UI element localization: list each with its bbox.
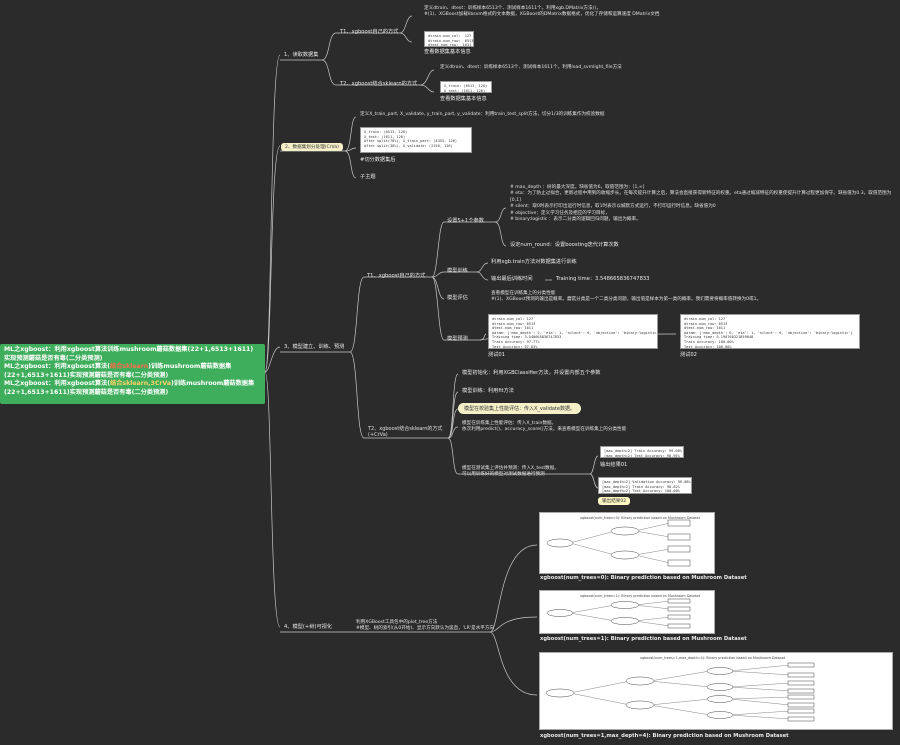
branch-read-dataset[interactable]: 1、读取数据集 <box>284 52 318 58</box>
code-xtrain-shape: X_train: (6513, 126) X_test: (1611, 126) <box>440 81 492 93</box>
note-param-descriptions: # max_depth ：树的最大深度。缺省值为6，取值范围为：[1,∞] # … <box>510 185 892 223</box>
branch-model-visualization[interactable]: 4、模型(+树)可视化 <box>284 624 332 630</box>
code-predict-test01: dtrain.num_col: 127 dtrain.num_row: 6513… <box>488 314 658 349</box>
node-num-round: 设定num_round：设置boosting迭代计算次数 <box>510 242 619 248</box>
root-title-2: ML之xgboost：利用xgboost算法( <box>4 363 111 371</box>
note-load-svmlight: 定义dtrain、dtest：训练样本6513个、测试样本1611个。利用loa… <box>440 65 622 70</box>
code-split-shapes: X_train: (6513, 126) X_test: (1611, 126)… <box>360 127 472 153</box>
node-train-eval: 模型在训练集上性能评估：传入X_train数据。 依次利用predict()、a… <box>462 421 627 433</box>
code-dtrain-info: dtrain.num_col: 127 dtrain.num_row: 6513… <box>424 31 474 47</box>
code-sklearn-result02: [max_depth=2] Validation Accuracy: 99.08… <box>598 477 692 494</box>
note-dmatrix: 定义dtrain、dtest：训练样本6513个、测试样本1611个。利用xgb… <box>424 6 660 18</box>
branch-t2-sklearn-read[interactable]: T2、xgboost结合sklearn的方式 <box>340 81 417 87</box>
value-training-time: Training time：3.548665836747833 <box>556 276 650 282</box>
caption-result01: 输出结果01 <box>600 462 628 468</box>
node-validate-eval: 模型在校验集上性能评估：传入X_validate数据。 <box>458 403 582 414</box>
branch-t1-xgboost-read[interactable]: T1、xgboost自己的方式 <box>340 29 398 35</box>
root-title-2-highlight: 结合sklearn <box>110 363 149 371</box>
tree-image-1: xgboost(num_trees=1): Binary prediction … <box>539 590 715 634</box>
root-title-3-highlight: 结合sklearn,3CrVa <box>110 380 172 388</box>
tree-image-0: xgboost(num_trees=0): Binary prediction … <box>539 512 715 574</box>
node-model-fit: 模型训练：利用fit方法 <box>462 388 514 394</box>
note-train-test-split: 定义X_train_part, X_validate, y_train_part… <box>360 112 605 117</box>
tree-image-2: xgboost(num_trees=1,max_depth=4): Binary… <box>539 652 893 730</box>
tree-image-0-edges <box>546 519 691 567</box>
node-test-predict: 模型在测试集上评估并预测：传入X_test数据。 可以用训练好的模型对测试数据进… <box>462 466 559 478</box>
caption-test01: 测试01 <box>488 352 505 358</box>
branch-t2-sklearn-model[interactable]: T2、xgboost结合sklearn的方式 (+CrVa) <box>368 426 448 439</box>
caption-dataset-info-2: 查看数据集基本信息 <box>440 96 487 102</box>
caption-dataset-info-1: 查看数据集基本信息 <box>424 49 471 55</box>
root-title-1: ML之xgboost：利用xgboost算法训练mushroom蘑菇数据集(22… <box>4 346 254 353</box>
branch-t1-xgboost-model[interactable]: T1、xgboost自己的方式 <box>367 273 425 279</box>
node-print-train-time: 输出最后训练时间 <box>491 276 533 282</box>
node-model-init: 模型初始化：利用XGBClassifier方法，并设置内部五个参数 <box>462 370 601 376</box>
node-set-params[interactable]: 设置5+1个参数 <box>447 218 484 224</box>
tree-image-1-edges <box>546 598 691 629</box>
root-title-3c: (22+1,6513+1611)实现预测蘑菇是否有毒(二分类预测) <box>4 388 169 396</box>
note-eval: 查看模型在训练集上的分类性能 #(1)、XGBoost预测的输出是概率。蘑菇分类… <box>491 291 762 303</box>
node-model-eval[interactable]: 模型评估 <box>447 295 468 301</box>
branch-dataset-split[interactable]: 2、数据集划分处理(CrVa) <box>281 143 343 151</box>
root-title-3: ML之xgboost：利用xgboost算法( <box>4 380 111 388</box>
code-predict-test02: dtrain.num_col: 127 dtrain.num_row: 6513… <box>680 314 860 349</box>
branch-model-train-predict[interactable]: 3、模型建立、训练、预测 <box>284 344 344 350</box>
tree-caption-0: xgboost(num_trees=0): Binary prediction … <box>540 575 747 581</box>
caption-after-split: #切分数据集后 <box>360 157 396 163</box>
note-plot-tree: 利用XGBoost工具包中的plot_tree方法 #模型、树的索引(从0开始)… <box>356 620 495 632</box>
root-topic[interactable]: ML之xgboost：利用xgboost算法训练mushroom蘑菇数据集(22… <box>0 344 265 404</box>
tree-caption-1: xgboost(num_trees=1): Binary prediction … <box>540 636 747 642</box>
caption-test02: 测试02 <box>680 352 697 358</box>
node-xgb-train: 利用xgb.train方法对数据集进行训练 <box>491 259 577 265</box>
code-sklearn-result01: [max_depth=2] Train Accuracy: 99.08% [ma… <box>600 446 684 458</box>
caption-result02: 输出结果02 <box>598 497 631 505</box>
node-model-train[interactable]: 模型训练 <box>447 268 468 274</box>
root-title-1b: 实现预测蘑菇是否有毒(二分类预测) <box>4 354 103 362</box>
subtopic-placeholder[interactable]: 子主题 <box>360 174 376 180</box>
tree-image-2-edges <box>545 662 815 722</box>
tree-caption-2: xgboost(num_trees=1,max_depth=4): Binary… <box>540 733 789 739</box>
node-model-predict[interactable]: 模型预测 <box>447 336 468 342</box>
root-title-2b: )训练mushroom蘑菇数据集 <box>148 363 232 371</box>
root-title-3b: )训练mushroom蘑菇数据集 <box>171 380 255 388</box>
root-title-2c: (22+1,6513+1611)实现预测蘑菇是否有毒(二分类预测) <box>4 371 169 379</box>
